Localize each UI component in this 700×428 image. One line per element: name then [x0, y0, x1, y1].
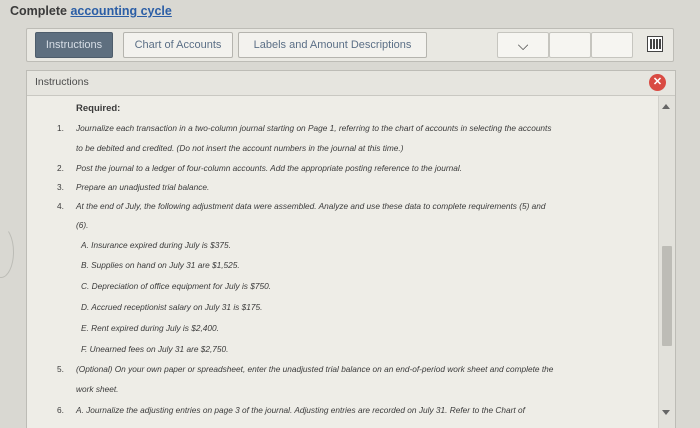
- item-number: 4.: [57, 201, 64, 211]
- instructions-content: Required: 1. Journalize each transaction…: [27, 96, 657, 428]
- page-title: Complete accounting cycle: [10, 2, 172, 20]
- blank-tab-slot-2: [591, 32, 633, 58]
- instruction-line: to be debited and credited. (Do not inse…: [76, 143, 404, 153]
- instruction-line: Prepare an unadjusted trial balance.: [76, 182, 210, 192]
- instructions-panel: Instructions ✕ Required: 1. Journalize e…: [26, 70, 676, 428]
- item-number: 1.: [57, 123, 64, 133]
- page-title-prefix: Complete: [10, 4, 71, 18]
- panel-header-label: Instructions: [35, 76, 89, 88]
- instruction-line: Journalize each transaction in a two-col…: [76, 123, 552, 133]
- tab-instructions[interactable]: Instructions: [35, 32, 113, 58]
- instruction-line: (Optional) On your own paper or spreadsh…: [76, 364, 554, 374]
- adjustment-item: B. Supplies on hand on July 31 are $1,52…: [81, 260, 240, 270]
- scrollbar[interactable]: [658, 96, 675, 428]
- instruction-line: At the end of July, the following adjust…: [76, 201, 546, 211]
- panel-header: Instructions ✕: [27, 71, 675, 96]
- instruction-line: (6).: [76, 220, 89, 230]
- instruction-line: Post the journal to a ledger of four-col…: [76, 163, 463, 173]
- close-icon[interactable]: ✕: [649, 74, 666, 91]
- scroll-up-icon[interactable]: [662, 104, 670, 109]
- adjustment-item: E. Rent expired during July is $2,400.: [81, 323, 219, 333]
- item-number: 2.: [57, 163, 64, 173]
- adjustment-item: F. Unearned fees on July 31 are $2,750.: [81, 344, 229, 354]
- item-number: 3.: [57, 182, 64, 192]
- edge-artifact: [0, 226, 14, 278]
- item-number: 6.: [57, 405, 64, 415]
- page-title-link[interactable]: accounting cycle: [70, 4, 171, 18]
- adjustment-item: A. Insurance expired during July is $375…: [81, 240, 231, 250]
- adjustment-item: D. Accrued receptionist salary on July 3…: [81, 302, 263, 312]
- instruction-line: work sheet.: [76, 384, 119, 394]
- dropdown-button[interactable]: ⌵: [497, 32, 549, 58]
- scroll-thumb[interactable]: [662, 246, 672, 346]
- instruction-line: A. Journalize the adjusting entries on p…: [76, 405, 525, 415]
- tab-bar: Instructions Chart of Accounts Labels an…: [26, 28, 674, 62]
- item-number: 5.: [57, 364, 64, 374]
- calculator-icon[interactable]: [647, 36, 663, 52]
- blank-tab-slot-1: [549, 32, 591, 58]
- tab-chart-of-accounts[interactable]: Chart of Accounts: [123, 32, 233, 58]
- adjustment-item: C. Depreciation of office equipment for …: [81, 281, 272, 291]
- scroll-down-icon[interactable]: [662, 410, 670, 415]
- tab-labels-and-amount-descriptions[interactable]: Labels and Amount Descriptions: [238, 32, 427, 58]
- required-label: Required:: [76, 103, 121, 114]
- chevron-down-icon: ⌵: [517, 37, 529, 53]
